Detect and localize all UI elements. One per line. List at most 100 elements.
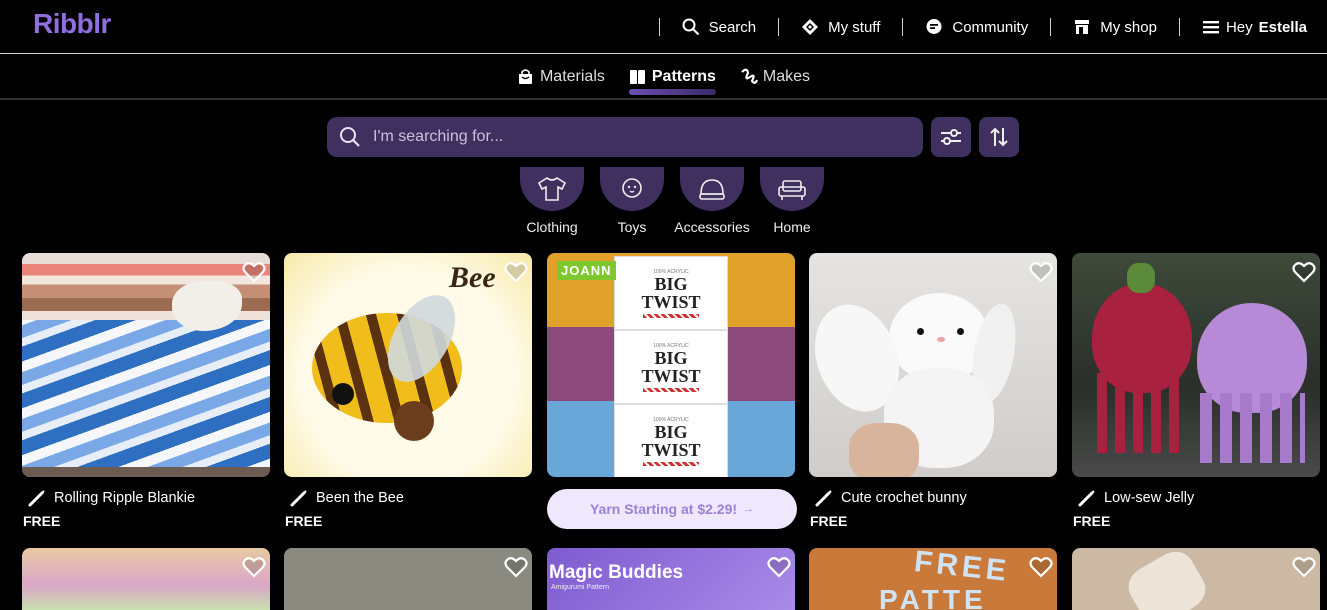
crochet-hook-icon xyxy=(815,489,833,507)
pattern-title[interactable]: Been the Bee xyxy=(316,490,404,506)
tab-materials-label: Materials xyxy=(539,67,605,85)
category-toys[interactable]: Toys xyxy=(600,167,664,235)
search-icon xyxy=(339,126,361,148)
fringe-edge xyxy=(22,467,270,477)
pattern-thumbnail[interactable]: Bee xyxy=(284,253,532,477)
pattern-thumbnail[interactable]: FREE PATTE xyxy=(809,548,1057,610)
purple-tentacles xyxy=(1200,393,1305,463)
tab-makes[interactable]: Makes xyxy=(740,57,810,97)
search-input[interactable] xyxy=(373,128,893,146)
category-home[interactable]: Home xyxy=(760,167,824,235)
yarn-label: 100% ACRYLIC BIG TWIST xyxy=(614,404,728,477)
pattern-card xyxy=(1072,548,1320,610)
section-tabs: Materials Patterns Makes xyxy=(0,55,1327,100)
pattern-price: FREE xyxy=(23,513,61,529)
pattern-card: Low-sew Jelly FREE xyxy=(1072,253,1320,529)
nav-search[interactable]: Search xyxy=(682,18,756,36)
category-circle xyxy=(520,167,584,211)
pattern-card: FREE PATTE xyxy=(809,548,1057,610)
overlay-title: Magic Buddies xyxy=(549,562,684,583)
pattern-card: Rolling Ripple Blankie FREE xyxy=(22,253,270,529)
top-nav: Search My stuff Community My shop Hey Es… xyxy=(637,0,1307,54)
crochet-item xyxy=(1121,548,1213,610)
pattern-card: Bee Been the Bee FREE xyxy=(284,253,532,529)
category-label: Home xyxy=(773,219,811,235)
pattern-price: FREE xyxy=(1073,513,1111,529)
category-circle xyxy=(680,167,744,211)
nav-user-menu[interactable]: Hey Estella xyxy=(1202,18,1307,36)
category-label: Toys xyxy=(617,219,647,235)
pattern-title[interactable]: Cute crochet bunny xyxy=(841,490,967,506)
bunny-eye xyxy=(917,328,924,335)
filter-button[interactable] xyxy=(931,117,971,157)
bag-icon xyxy=(517,68,535,86)
seashell-shape xyxy=(172,281,242,331)
pattern-card xyxy=(22,548,270,610)
heart-icon[interactable] xyxy=(242,261,266,283)
pattern-thumbnail[interactable] xyxy=(284,548,532,610)
heart-icon[interactable] xyxy=(1029,556,1053,578)
ribblr-logo[interactable]: Ribblr xyxy=(33,8,111,40)
bee-overlay-text: Bee xyxy=(449,261,496,294)
pattern-thumbnail[interactable] xyxy=(22,548,270,610)
bunny-nose xyxy=(937,337,945,342)
yarn-name: BIG TWIST xyxy=(641,347,701,386)
hamburger-menu-icon xyxy=(1202,18,1220,36)
category-accessories[interactable]: Accessories xyxy=(674,167,750,235)
diamond-grid-icon xyxy=(801,18,819,36)
heart-icon[interactable] xyxy=(1292,556,1316,578)
heart-icon[interactable] xyxy=(504,556,528,578)
promo-button[interactable]: Yarn Starting at $2.29! → xyxy=(547,489,797,529)
category-clothing[interactable]: Clothing xyxy=(520,167,584,235)
user-name: Estella xyxy=(1258,18,1307,36)
pattern-title[interactable]: Low-sew Jelly xyxy=(1104,490,1194,506)
promo-label: Yarn Starting at $2.29! xyxy=(589,501,738,517)
sofa-icon xyxy=(777,176,807,202)
heart-icon[interactable] xyxy=(767,556,791,578)
strawberry-leaf xyxy=(1127,263,1155,293)
divider xyxy=(1050,18,1052,36)
strawberry-tentacles xyxy=(1097,373,1182,453)
tab-patterns-label: Patterns xyxy=(651,67,716,85)
crochet-hook-icon xyxy=(290,489,308,507)
teddy-bear-icon xyxy=(617,176,647,202)
category-circle xyxy=(600,167,664,211)
shop-icon xyxy=(1073,18,1091,36)
bee-leg xyxy=(394,401,434,441)
divider xyxy=(778,18,780,36)
nav-my-stuff[interactable]: My stuff xyxy=(801,18,880,36)
pattern-title[interactable]: Rolling Ripple Blankie xyxy=(54,490,195,506)
heart-icon[interactable] xyxy=(504,261,528,283)
heart-icon[interactable] xyxy=(1029,261,1053,283)
sort-button[interactable] xyxy=(979,117,1019,157)
pattern-thumbnail[interactable] xyxy=(1072,253,1320,477)
top-bar: Ribblr Search My stuff Community My shop… xyxy=(0,0,1327,54)
shirt-icon xyxy=(537,176,567,202)
nav-community-label: Community xyxy=(952,18,1029,36)
sort-arrows-icon xyxy=(988,126,1010,148)
search-bar xyxy=(327,117,923,157)
beanie-icon xyxy=(697,176,727,202)
arrow-right-icon: → xyxy=(743,503,755,515)
pattern-thumbnail[interactable] xyxy=(809,253,1057,477)
heart-icon[interactable] xyxy=(1292,261,1316,283)
pattern-thumbnail[interactable]: Magic Buddies Amigurumi Pattern xyxy=(547,548,795,610)
ad-thumbnail[interactable]: 100% ACRYLIC BIG TWIST 100% ACRYLIC BIG … xyxy=(547,253,795,477)
pattern-thumbnail[interactable] xyxy=(22,253,270,477)
sliders-icon xyxy=(940,126,962,148)
ad-card: 100% ACRYLIC BIG TWIST 100% ACRYLIC BIG … xyxy=(547,253,797,529)
tab-patterns[interactable]: Patterns xyxy=(628,57,716,97)
overlay-title: FREE xyxy=(912,548,1012,588)
nav-my-stuff-label: My stuff xyxy=(828,18,881,36)
tab-materials[interactable]: Materials xyxy=(517,57,605,97)
category-row: Clothing Toys Accessories Home xyxy=(520,167,824,235)
bee-eye xyxy=(332,383,354,405)
nav-my-shop-label: My shop xyxy=(1100,18,1157,36)
pattern-thumbnail[interactable] xyxy=(1072,548,1320,610)
nav-my-shop[interactable]: My shop xyxy=(1073,18,1157,36)
nav-community[interactable]: Community xyxy=(925,18,1028,36)
yarn-label: 100% ACRYLIC BIG TWIST xyxy=(614,330,728,404)
heart-icon[interactable] xyxy=(242,556,266,578)
yarn-name: BIG TWIST xyxy=(641,421,701,460)
crochet-hook-icon xyxy=(1078,489,1096,507)
